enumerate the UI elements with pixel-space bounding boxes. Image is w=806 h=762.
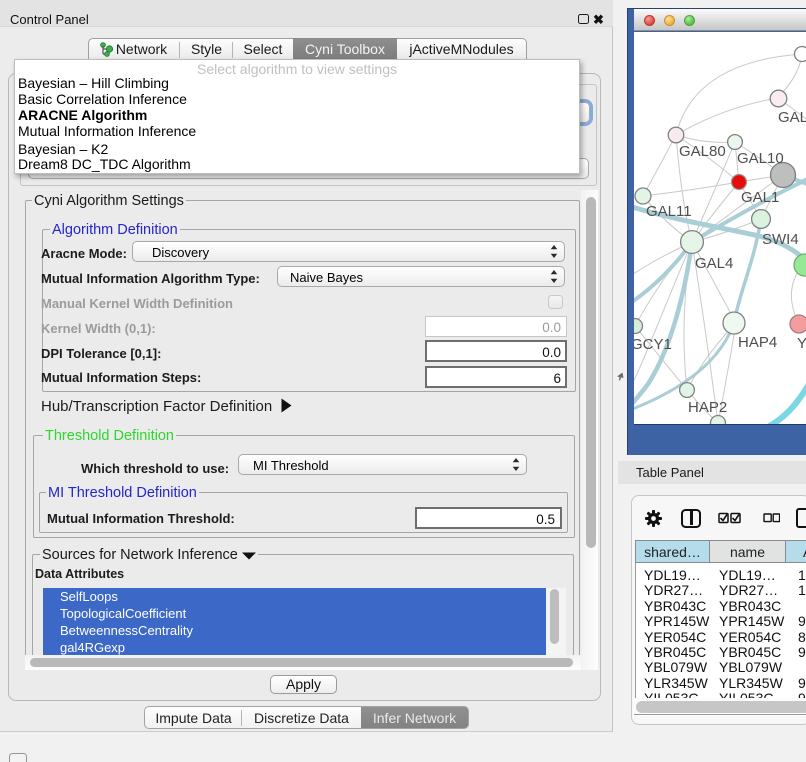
svg-text:GAL80: GAL80 (679, 143, 726, 160)
svg-text:HAP2: HAP2 (688, 399, 727, 416)
svg-text:GAL10: GAL10 (737, 150, 784, 167)
svg-text:GAL7: GAL7 (778, 109, 806, 126)
svg-text:GCY1: GCY1 (634, 336, 672, 353)
svg-text:GAL11: GAL11 (646, 203, 692, 220)
svg-text:YM: YM (797, 335, 806, 352)
svg-text:HAP4: HAP4 (738, 334, 777, 351)
svg-text:SWI4: SWI4 (762, 231, 799, 248)
svg-text:GAL1: GAL1 (741, 189, 779, 206)
svg-text:GAL4: GAL4 (695, 255, 733, 272)
